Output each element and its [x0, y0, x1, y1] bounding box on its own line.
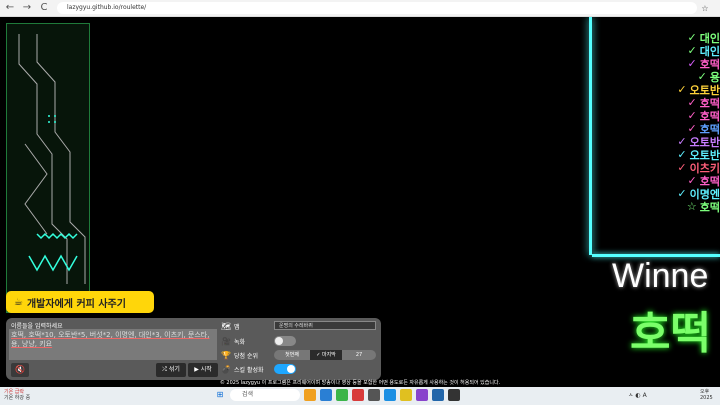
names-textarea[interactable]: 호떡, 호떡*10, 오토반*5, 버섯*2, 이명엔, 대인*3, 이츠키, …	[9, 329, 217, 360]
check-icon: ✓	[687, 96, 697, 109]
rank-first-button[interactable]: 첫번째	[274, 350, 310, 360]
bookmark-star-icon[interactable]: ☆	[699, 4, 711, 13]
skill-option: 💣 스킬 활성화	[221, 364, 264, 375]
reload-icon[interactable]: C	[37, 1, 51, 15]
footer-note: © 2025 lazygyu 이 프로그램은 프리웨어이며 방송이나 영상 등을…	[219, 380, 501, 386]
trophy-icon: 🏆	[221, 351, 231, 360]
check-icon: ✓	[677, 135, 687, 148]
mute-button[interactable]: 🔇	[11, 363, 29, 377]
taskbar-apps: ⊞ 검색	[214, 389, 464, 401]
video-camera-icon: 🎥	[221, 337, 231, 346]
app-icon[interactable]	[448, 389, 460, 401]
rank-number-input[interactable]: 27	[342, 350, 376, 360]
app-icon[interactable]	[432, 389, 444, 401]
app-icon[interactable]	[304, 389, 316, 401]
app-icon[interactable]	[400, 389, 412, 401]
clock[interactable]: 오후 2025	[700, 389, 713, 401]
map-label: 맵	[234, 324, 240, 331]
check-icon: ✓	[687, 31, 697, 44]
map-icon: 🗺	[221, 322, 232, 331]
winner-name: 호떡	[630, 308, 711, 359]
windows-taskbar: 기온 급락 기온 하강 중 ⊞ 검색 ㅅ ◐ A 오후 2025	[0, 387, 720, 405]
back-icon[interactable]: ←	[3, 1, 17, 15]
ranking-entry: ☆ 호떡	[660, 200, 720, 214]
rank-label: 당첨 순위	[234, 353, 258, 360]
check-icon: ✓	[677, 148, 687, 161]
app-icon[interactable]	[336, 389, 348, 401]
app-icon[interactable]	[352, 389, 364, 401]
roulette-stage: ✓ 대인 ✓ 대인 ✓ 호떡 ✓ 용 ✓ 오토반 ✓ 호떡 ✓ 호떡 ✓ 호떡 ✓ 오토반 ✓ 오토반 ✓ 이츠키 ✓ 호떡 ✓…	[0, 17, 720, 387]
address-bar[interactable]: lazygyu.github.io/roulette/	[57, 2, 697, 14]
app-icon[interactable]	[368, 389, 380, 401]
map-option: 🗺 맵	[221, 321, 240, 332]
marble-track	[6, 23, 90, 313]
browser-toolbar: ← → C lazygyu.github.io/roulette/ ☆	[0, 0, 720, 17]
check-icon: ✓	[677, 83, 687, 96]
map-select[interactable]: 운명의 수레바퀴	[274, 321, 376, 330]
buy-coffee-button[interactable]: ☕ 개발자에게 커피 사주기	[6, 291, 154, 313]
app-icon[interactable]	[320, 389, 332, 401]
record-label: 녹화	[234, 339, 246, 346]
bomb-icon: 💣	[221, 365, 231, 374]
ranking-name: 호떡	[699, 200, 720, 214]
coffee-button-label: 개발자에게 커피 사주기	[26, 298, 126, 310]
coffee-cup-icon: ☕	[14, 296, 23, 308]
shuffle-button[interactable]: ⤮ 섞기	[156, 363, 186, 377]
rank-last-button[interactable]: ✓ 마지막	[310, 350, 342, 360]
weather-widget[interactable]: 기온 급락 기온 하강 중	[4, 389, 30, 401]
start-icon[interactable]: ⊞	[214, 389, 226, 401]
glow-wall	[589, 17, 592, 255]
taskbar-search[interactable]: 검색	[230, 389, 300, 401]
check-icon: ✓	[677, 161, 687, 174]
skill-label: 스킬 활성화	[234, 367, 264, 374]
system-tray[interactable]: ㅅ ◐ A	[628, 390, 647, 399]
check-icon: ☆	[686, 200, 697, 213]
ranking-list: ✓ 대인 ✓ 대인 ✓ 호떡 ✓ 용 ✓ 오토반 ✓ 호떡 ✓ 호떡 ✓ 호떡 ✓ 오토반 ✓ 오토반 ✓ 이츠키 ✓ 호떡 ✓…	[660, 31, 720, 214]
start-button[interactable]: ▶ 시작	[188, 363, 218, 377]
skill-toggle[interactable]	[274, 364, 296, 374]
rank-option: 🏆 당첨 순위	[221, 350, 258, 361]
record-toggle[interactable]	[274, 336, 296, 346]
check-icon: ✓	[677, 187, 687, 200]
check-icon: ✓	[687, 109, 697, 122]
weather-line2: 기온 하강 중	[4, 395, 31, 401]
forward-icon[interactable]: →	[20, 1, 34, 15]
check-icon: ✓	[687, 44, 697, 57]
app-icon[interactable]	[384, 389, 396, 401]
check-icon: ✓	[687, 57, 697, 70]
app-icon[interactable]	[416, 389, 428, 401]
winner-label: Winne	[612, 257, 709, 295]
record-option: 🎥 녹화	[221, 336, 245, 347]
settings-panel: 이름들을 입력하세요 호떡, 호떡*10, 오토반*5, 버섯*2, 이명엔, …	[6, 318, 381, 380]
clock-date: 2025	[700, 395, 713, 401]
